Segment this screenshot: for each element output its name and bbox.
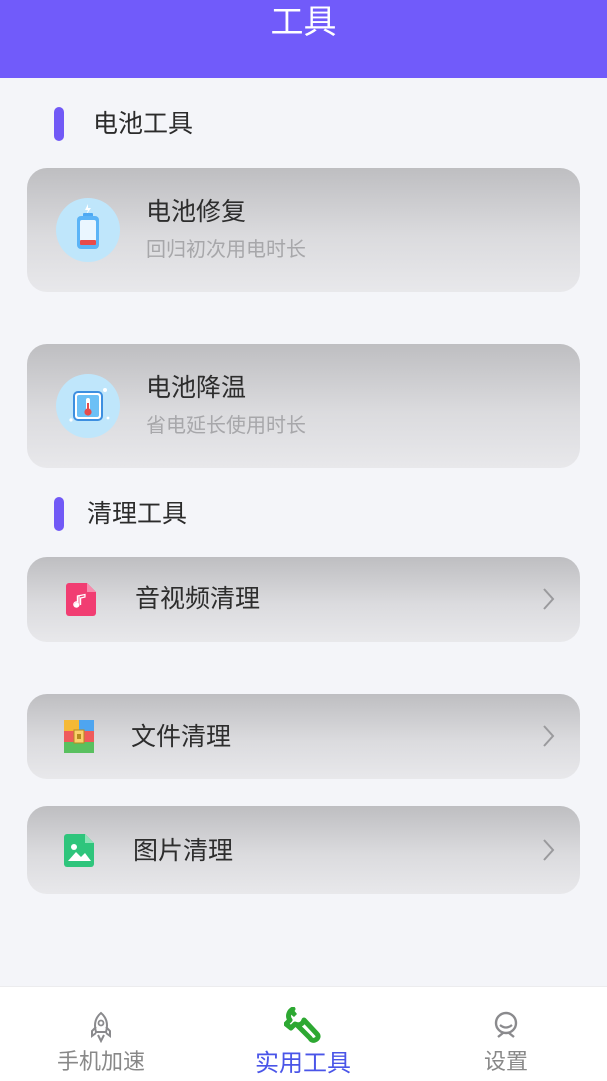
- clean-item-label: 图片清理: [133, 836, 234, 865]
- profile-icon: [494, 1011, 518, 1038]
- clean-item-label: 文件清理: [131, 722, 232, 751]
- card-subtitle: 省电延长使用时长: [146, 413, 306, 437]
- chevron-right-icon: [543, 588, 555, 610]
- clean-item-label: 音视频清理: [135, 584, 261, 613]
- chevron-right-icon: [543, 839, 555, 861]
- section-title: 清理工具: [87, 499, 188, 528]
- app-header: 工具: [0, 0, 607, 78]
- section-title: 电池工具: [93, 109, 194, 138]
- av-clean-card[interactable]: 音视频清理: [27, 557, 580, 642]
- image-file-icon: [64, 834, 94, 867]
- nav-label: 设置: [483, 1050, 528, 1075]
- card-title: 电池修复: [146, 197, 247, 226]
- page-title: 工具: [270, 2, 337, 41]
- chevron-right-icon: [543, 725, 555, 747]
- archive-file-icon: [64, 720, 94, 753]
- battery-repair-card[interactable]: 电池修复 回归初次用电时长: [27, 168, 580, 292]
- image-clean-card[interactable]: 图片清理: [27, 806, 580, 894]
- section-accent-bar: [54, 107, 64, 141]
- nav-label: 手机加速: [56, 1050, 145, 1075]
- nav-label: 实用工具: [255, 1049, 351, 1077]
- card-subtitle: 回归初次用电时长: [146, 237, 306, 261]
- nav-item-phone-speedup[interactable]: 手机加速: [1, 987, 201, 1081]
- rocket-icon: [91, 1011, 111, 1043]
- nav-item-tools[interactable]: 实用工具: [203, 987, 403, 1081]
- bottom-nav: 手机加速 实用工具 设置: [0, 986, 607, 1081]
- file-clean-card[interactable]: 文件清理: [27, 694, 580, 779]
- card-title: 电池降温: [146, 373, 247, 402]
- wrench-icon: [284, 1007, 321, 1043]
- battery-repair-icon: [56, 198, 120, 262]
- thermometer-cool-icon: [56, 374, 120, 438]
- nav-item-settings[interactable]: 设置: [406, 987, 606, 1081]
- battery-cooling-card[interactable]: 电池降温 省电延长使用时长: [27, 344, 580, 468]
- section-accent-bar: [54, 497, 64, 531]
- music-file-icon: [66, 583, 96, 616]
